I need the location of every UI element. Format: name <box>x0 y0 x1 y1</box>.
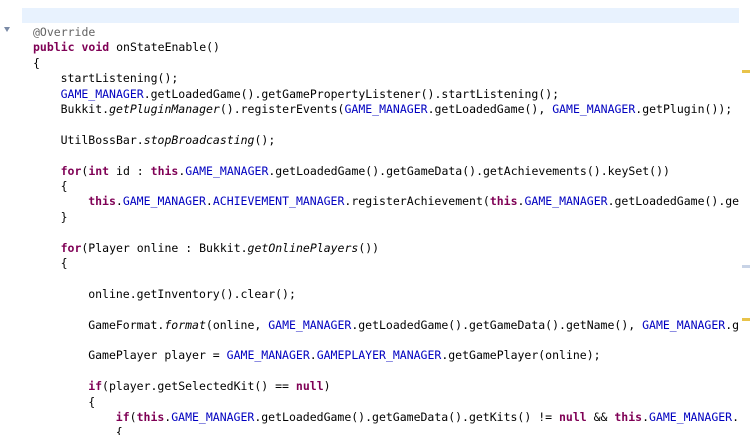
code-token: stopBroadcasting <box>143 132 255 147</box>
code-token: this <box>88 194 116 209</box>
code-token: .getLoadedGame().getGameData().getName()… <box>351 317 643 332</box>
code-token: int <box>88 163 110 178</box>
code-token: GAME_MANAGER <box>344 102 428 116</box>
code-line: Bukkit.getPluginManager().registerEvents… <box>61 101 733 117</box>
code-line: { <box>61 178 68 194</box>
code-token: GameFormat. <box>88 317 165 332</box>
code-token: getOnlinePlayers <box>247 240 359 255</box>
code-line: { <box>61 255 68 271</box>
code-token: .getLoadedGame().getGameData().getAchiev… <box>268 163 670 178</box>
current-line-highlight <box>22 8 739 23</box>
code-token: ().registerEvents( <box>219 102 345 116</box>
code-line: startListening(); <box>61 70 179 86</box>
code-token: (Player online : Bukkit. <box>81 240 248 255</box>
code-token: GAME_MANAGER <box>268 317 352 332</box>
code-line: @Override <box>33 24 95 40</box>
code-token: .getPlugin()); <box>635 102 733 116</box>
editor-gutter <box>0 0 22 435</box>
code-token: ()) <box>358 240 380 255</box>
code-token: .getLoadedGame(), <box>427 102 553 116</box>
code-token: @Override <box>33 25 96 39</box>
code-token: this <box>136 410 165 424</box>
occurrence-marker[interactable] <box>742 265 750 268</box>
code-token: null <box>558 410 587 424</box>
code-token: GAME_MANAGER <box>122 194 206 209</box>
code-token: GAME_MANAGER <box>185 163 269 178</box>
code-token: . <box>205 194 213 209</box>
code-token: GamePlayer player = <box>88 348 227 363</box>
code-token: .getLoadedGame().getGameData().getKits()… <box>254 410 559 424</box>
code-token: GAME_MANAGER <box>552 102 636 116</box>
code-token: GAME_MANAGER <box>60 86 144 101</box>
code-token: .registerAchievement( <box>344 194 490 209</box>
code-line: GameFormat.format(online, GAME_MANAGER.g… <box>88 317 753 333</box>
code-token: (online, <box>205 317 269 332</box>
code-token: GAME_MANAGER <box>226 348 310 363</box>
code-editor[interactable]: @Override public void onStateEnable(){sta… <box>0 0 753 435</box>
code-line: public void onStateEnable() <box>33 39 220 55</box>
code-line: this.GAME_MANAGER.ACHIEVEMENT_MANAGER.re… <box>88 193 753 209</box>
code-token: { <box>88 394 96 409</box>
code-token: .getLoadedGame().getGamePropertyListener… <box>143 86 560 101</box>
code-token: id : <box>109 163 151 178</box>
code-line: online.getInventory().clear(); <box>88 286 296 302</box>
code-line: UtilBossBar.stopBroadcasting(); <box>61 132 276 148</box>
code-token: . <box>642 410 650 424</box>
code-token: Bukkit. <box>60 102 110 116</box>
code-token: this <box>614 410 643 424</box>
code-token: (player.getSelectedKit() == <box>102 379 296 394</box>
code-line: } <box>61 209 68 225</box>
code-token: this <box>489 194 518 209</box>
code-token: onStateEnable() <box>109 40 220 55</box>
code-line: if(player.getSelectedKit() == null) <box>88 378 330 394</box>
code-token: GAME_MANAGER <box>649 410 733 424</box>
code-token: ) <box>323 379 331 394</box>
code-token: && <box>586 410 615 424</box>
collapse-triangle-icon[interactable] <box>3 26 11 34</box>
code-token: if <box>115 410 130 424</box>
code-line: if(this.GAME_MANAGER.getLoadedGame().get… <box>116 409 753 425</box>
code-token: for <box>60 163 82 178</box>
code-token: GAMEPLAYER_MANAGER <box>316 348 442 363</box>
code-token: startListening(); <box>60 71 179 86</box>
code-token: ACHIEVEMENT_MANAGER <box>212 194 345 209</box>
code-token: { <box>60 256 68 270</box>
code-token: GAME_MANAGER <box>171 410 255 424</box>
overview-ruler[interactable] <box>739 0 753 435</box>
code-token: . <box>309 348 317 363</box>
code-token: public <box>33 40 75 55</box>
code-token: (); <box>254 132 276 147</box>
code-token: if <box>88 379 103 394</box>
code-token: { <box>33 55 40 70</box>
warning-marker[interactable] <box>742 318 750 321</box>
code-token: for <box>60 240 82 255</box>
code-token: UtilBossBar. <box>60 132 144 147</box>
code-line: for(int id : this.GAME_MANAGER.getLoaded… <box>61 163 670 179</box>
code-token: } <box>60 209 68 224</box>
code-token: GAME_MANAGER <box>642 317 726 332</box>
warning-marker[interactable] <box>742 70 750 73</box>
code-token: .getGamePlayer(online); <box>441 348 601 363</box>
code-token: { <box>115 425 123 435</box>
code-token: .getLoadedGame().getGame <box>607 194 753 209</box>
code-line: { <box>88 394 95 410</box>
code-token: . <box>115 194 123 209</box>
code-token: ( <box>129 410 137 424</box>
code-token: void <box>81 40 110 55</box>
code-token: { <box>60 179 68 193</box>
code-line: GAME_MANAGER.getLoadedGame().getGameProp… <box>61 86 560 102</box>
code-line: { <box>116 424 123 435</box>
code-token: getPluginManager <box>109 102 220 116</box>
code-token: online.getInventory().clear(); <box>88 286 296 301</box>
code-token: this <box>150 163 179 178</box>
code-token: format <box>164 317 206 332</box>
code-line: { <box>33 55 40 71</box>
code-token: GAME_MANAGER <box>524 194 608 209</box>
code-token: null <box>295 379 324 394</box>
code-line: GamePlayer player = GAME_MANAGER.GAMEPLA… <box>88 347 600 363</box>
code-line: for(Player online : Bukkit.getOnlinePlay… <box>61 240 380 256</box>
